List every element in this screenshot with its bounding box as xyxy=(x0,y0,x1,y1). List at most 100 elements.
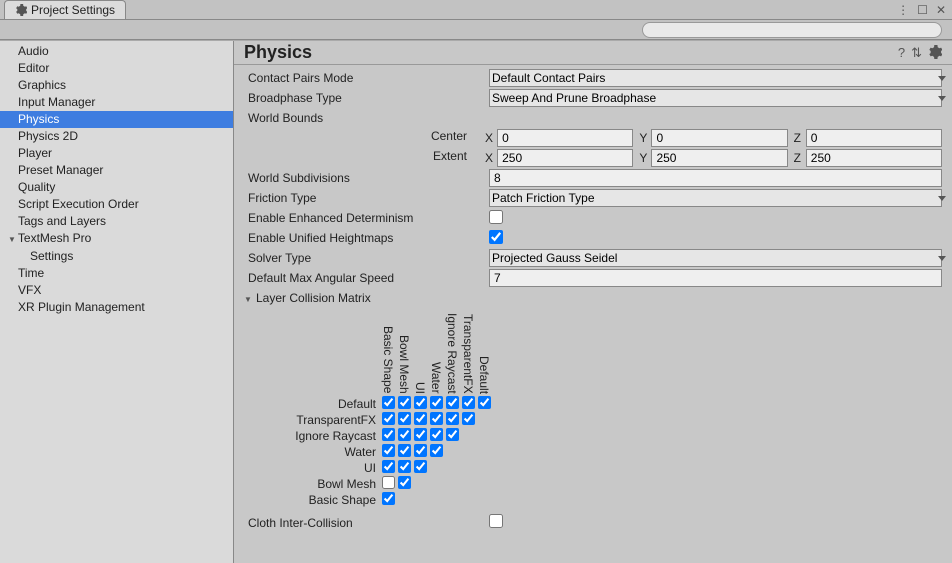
close-icon[interactable]: ✕ xyxy=(936,4,946,16)
matrix-cell-checkbox[interactable] xyxy=(462,396,475,409)
matrix-col-basic-shape: Basic Shape xyxy=(381,326,395,395)
matrix-cell-checkbox[interactable] xyxy=(398,428,411,441)
sidebar-item-textmesh-pro[interactable]: TextMesh Pro xyxy=(0,230,233,248)
default-max-angular-speed-input[interactable] xyxy=(489,269,942,287)
matrix-row-bowl-mesh: Bowl Mesh xyxy=(244,476,380,492)
matrix-cell-checkbox[interactable] xyxy=(446,412,459,425)
matrix-row-water: Water xyxy=(244,444,380,460)
content-scroll[interactable]: Contact Pairs Mode Default Contact Pairs… xyxy=(234,65,952,563)
contact-pairs-mode-dropdown[interactable]: Default Contact Pairs xyxy=(489,69,942,87)
help-icon[interactable]: ? xyxy=(898,45,905,61)
enable-enhanced-determinism-label: Enable Enhanced Determinism xyxy=(244,211,489,225)
sidebar-item-tags-and-layers[interactable]: Tags and Layers xyxy=(0,213,233,230)
search-input[interactable] xyxy=(642,22,942,38)
extent-x-input[interactable] xyxy=(497,149,633,167)
default-max-angular-speed-label: Default Max Angular Speed xyxy=(244,271,489,285)
matrix-col-default: Default xyxy=(477,356,491,396)
settings-icon[interactable] xyxy=(928,45,942,59)
matrix-cell-checkbox[interactable] xyxy=(398,476,411,489)
broadphase-type-label: Broadphase Type xyxy=(244,91,489,105)
matrix-cell-checkbox[interactable] xyxy=(430,444,443,457)
matrix-row-ui: UI xyxy=(244,460,380,476)
sidebar-item-preset-manager[interactable]: Preset Manager xyxy=(0,162,233,179)
matrix-cell-checkbox[interactable] xyxy=(398,396,411,409)
sidebar-item-xr-plugin-management[interactable]: XR Plugin Management xyxy=(0,299,233,316)
enable-unified-heightmaps-label: Enable Unified Heightmaps xyxy=(244,231,489,245)
matrix-cell-checkbox[interactable] xyxy=(430,396,443,409)
sidebar-item-vfx[interactable]: VFX xyxy=(0,282,233,299)
matrix-cell-checkbox[interactable] xyxy=(398,460,411,473)
enable-unified-heightmaps-checkbox[interactable] xyxy=(489,230,503,244)
sidebar-item-player[interactable]: Player xyxy=(0,145,233,162)
sidebar: AudioEditorGraphicsInput ManagerPhysicsP… xyxy=(0,41,234,563)
matrix-cell-checkbox[interactable] xyxy=(414,412,427,425)
matrix-cell-checkbox[interactable] xyxy=(382,460,395,473)
matrix-cell-checkbox[interactable] xyxy=(462,412,475,425)
sidebar-item-physics-2d[interactable]: Physics 2D xyxy=(0,128,233,145)
matrix-cell-checkbox[interactable] xyxy=(398,412,411,425)
sidebar-item-editor[interactable]: Editor xyxy=(0,60,233,77)
world-bounds-label: World Bounds xyxy=(244,111,489,125)
matrix-cell-checkbox[interactable] xyxy=(478,396,491,409)
enable-enhanced-determinism-checkbox[interactable] xyxy=(489,210,503,224)
extent-z-input[interactable] xyxy=(806,149,942,167)
matrix-col-transparentfx: TransparentFX xyxy=(461,314,475,396)
center-x-input[interactable] xyxy=(497,129,633,147)
sidebar-item-quality[interactable]: Quality xyxy=(0,179,233,196)
tab-label: Project Settings xyxy=(31,3,115,17)
center-y-input[interactable] xyxy=(651,129,787,147)
matrix-cell-checkbox[interactable] xyxy=(398,444,411,457)
extent-label: Extent xyxy=(244,149,479,167)
sidebar-item-physics[interactable]: Physics xyxy=(0,111,233,128)
matrix-cell-checkbox[interactable] xyxy=(382,476,395,489)
matrix-row-ignore-raycast: Ignore Raycast xyxy=(244,428,380,444)
matrix-row-default: Default xyxy=(244,396,380,412)
matrix-cell-checkbox[interactable] xyxy=(382,396,395,409)
cloth-inter-collision-checkbox[interactable] xyxy=(489,514,503,528)
center-z-input[interactable] xyxy=(806,129,942,147)
gear-icon xyxy=(15,4,27,16)
page-title: Physics xyxy=(244,42,898,63)
matrix-cell-checkbox[interactable] xyxy=(446,428,459,441)
matrix-cell-checkbox[interactable] xyxy=(382,492,395,505)
matrix-cell-checkbox[interactable] xyxy=(430,428,443,441)
solver-type-label: Solver Type xyxy=(244,251,489,265)
extent-y-input[interactable] xyxy=(651,149,787,167)
matrix-col-bowl-mesh: Bowl Mesh xyxy=(397,335,411,396)
layer-collision-matrix-label[interactable]: Layer Collision Matrix xyxy=(244,291,489,305)
sidebar-item-input-manager[interactable]: Input Manager xyxy=(0,94,233,111)
solver-type-dropdown[interactable]: Projected Gauss Seidel xyxy=(489,249,942,267)
cloth-inter-collision-label: Cloth Inter-Collision xyxy=(244,516,489,530)
sidebar-item-graphics[interactable]: Graphics xyxy=(0,77,233,94)
matrix-cell-checkbox[interactable] xyxy=(430,412,443,425)
menu-icon[interactable]: ⋮ xyxy=(897,4,909,16)
matrix-cell-checkbox[interactable] xyxy=(446,396,459,409)
layer-collision-matrix: Basic ShapeBowl MeshUIWaterIgnore Raycas… xyxy=(244,313,952,508)
matrix-col-ignore-raycast: Ignore Raycast xyxy=(445,313,459,396)
matrix-cell-checkbox[interactable] xyxy=(382,412,395,425)
matrix-col-ui: UI xyxy=(413,382,427,396)
sort-icon[interactable]: ⇅ xyxy=(911,45,922,61)
broadphase-type-dropdown[interactable]: Sweep And Prune Broadphase xyxy=(489,89,942,107)
maximize-icon[interactable]: ☐ xyxy=(917,4,928,16)
center-label: Center xyxy=(244,129,479,147)
sidebar-item-time[interactable]: Time xyxy=(0,265,233,282)
matrix-cell-checkbox[interactable] xyxy=(382,428,395,441)
world-subdivisions-label: World Subdivisions xyxy=(244,171,489,185)
matrix-cell-checkbox[interactable] xyxy=(382,444,395,457)
matrix-col-water: Water xyxy=(429,362,443,396)
matrix-row-transparentfx: TransparentFX xyxy=(244,412,380,428)
contact-pairs-mode-label: Contact Pairs Mode xyxy=(244,71,489,85)
tab-project-settings[interactable]: Project Settings xyxy=(4,0,126,19)
matrix-cell-checkbox[interactable] xyxy=(414,428,427,441)
friction-type-label: Friction Type xyxy=(244,191,489,205)
sidebar-item-script-execution-order[interactable]: Script Execution Order xyxy=(0,196,233,213)
matrix-cell-checkbox[interactable] xyxy=(414,460,427,473)
sidebar-item-audio[interactable]: Audio xyxy=(0,43,233,60)
sidebar-item-settings[interactable]: Settings xyxy=(0,248,233,265)
world-subdivisions-input[interactable] xyxy=(489,169,942,187)
matrix-cell-checkbox[interactable] xyxy=(414,396,427,409)
matrix-cell-checkbox[interactable] xyxy=(414,444,427,457)
friction-type-dropdown[interactable]: Patch Friction Type xyxy=(489,189,942,207)
matrix-row-basic-shape: Basic Shape xyxy=(244,492,380,508)
